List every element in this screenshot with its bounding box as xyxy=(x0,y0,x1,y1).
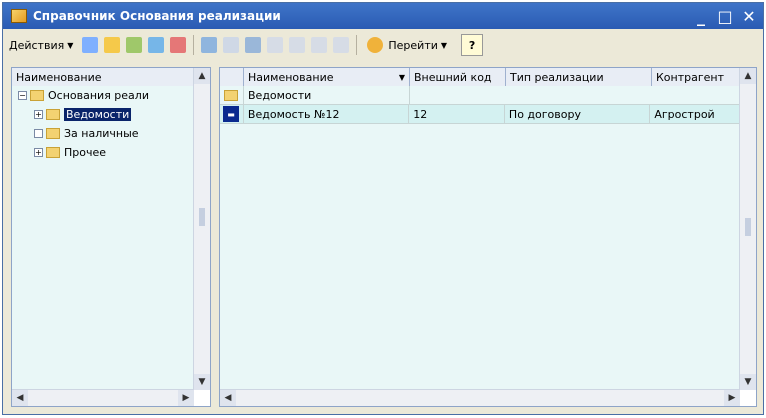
scroll-down-icon[interactable]: ▼ xyxy=(194,374,210,390)
help-button[interactable]: ? xyxy=(461,34,484,56)
list-pane: Наименование ▼ Внешний код Тип реализаци… xyxy=(219,67,757,407)
table-row[interactable]: ▬ Ведомость №12 12 По договору Агрострой xyxy=(220,105,740,124)
column-name[interactable]: Наименование ▼ xyxy=(244,68,410,86)
list-vertical-scrollbar[interactable]: ▲ ▼ xyxy=(739,68,756,390)
close-button[interactable]: ✕ xyxy=(739,6,759,26)
toolbar: Действия ▼ Перейти ▼ ? xyxy=(3,29,763,61)
column-external-code[interactable]: Внешний код xyxy=(410,68,506,86)
folder-icon xyxy=(46,109,60,120)
tree-column-header[interactable]: Наименование xyxy=(12,68,210,87)
sort-icon[interactable] xyxy=(245,37,262,53)
actions-menu[interactable]: Действия ▼ xyxy=(3,33,79,57)
tree-item-root[interactable]: − Основания реали xyxy=(12,86,194,105)
folder-icon xyxy=(30,90,44,101)
tree-item-cash[interactable]: За наличные xyxy=(12,124,194,143)
minimize-button[interactable]: _ xyxy=(691,6,711,26)
tree-item-label: Основания реали xyxy=(48,89,149,102)
grid-body: Ведомости ▬ Ведомость №12 12 По договору… xyxy=(220,86,740,390)
column-sale-type[interactable]: Тип реализации xyxy=(506,68,652,86)
row-icon-cell: ▬ xyxy=(220,105,244,123)
toolbar-divider xyxy=(193,35,195,55)
scroll-right-icon[interactable]: ▶ xyxy=(724,390,740,406)
tree-horizontal-scrollbar[interactable]: ◀ ▶ xyxy=(12,389,194,406)
scroll-up-icon[interactable]: ▲ xyxy=(194,68,210,84)
goto-label: Перейти xyxy=(388,38,438,52)
print-icon[interactable] xyxy=(333,37,350,53)
column-header-label: Наименование xyxy=(248,70,334,84)
group-row-name: Ведомости xyxy=(244,86,410,104)
maximize-button[interactable]: □ xyxy=(715,6,735,26)
expand-icon[interactable]: + xyxy=(34,148,43,157)
scroll-left-icon[interactable]: ◀ xyxy=(220,390,236,406)
folder-icon xyxy=(46,128,60,139)
add-group-icon[interactable] xyxy=(104,37,121,53)
scroll-left-icon[interactable]: ◀ xyxy=(12,390,28,406)
column-header-label: Тип реализации xyxy=(510,70,604,84)
window-title: Справочник Основания реализации xyxy=(33,9,281,23)
sort-asc-icon[interactable] xyxy=(267,37,284,53)
copy-icon[interactable] xyxy=(126,37,143,53)
item-icon: ▬ xyxy=(223,106,239,122)
group-row[interactable]: Ведомости xyxy=(220,86,740,105)
filter-icon[interactable] xyxy=(223,37,240,53)
column-counterparty[interactable]: Контрагент xyxy=(652,68,742,86)
tree-item-label: Ведомости xyxy=(64,108,132,121)
cell-sale-type: По договору xyxy=(505,105,651,123)
goto-icon xyxy=(367,37,384,53)
cell-counterparty: Агрострой xyxy=(654,107,715,121)
actions-label: Действия xyxy=(9,38,65,52)
group-row-icon-cell xyxy=(220,86,244,104)
sort-indicator-icon: ▼ xyxy=(398,72,405,82)
tree-pane: Наименование − Основания реали + Ведомос… xyxy=(11,67,211,407)
scroll-right-icon[interactable]: ▶ xyxy=(178,390,194,406)
scroll-up-icon[interactable]: ▲ xyxy=(740,68,756,84)
tree-item-other[interactable]: + Прочее xyxy=(12,143,194,162)
catalog-icon xyxy=(11,9,27,23)
dropdown-arrow-icon: ▼ xyxy=(67,40,74,50)
tree-header-label: Наименование xyxy=(16,70,102,84)
tree-item-vedomosti[interactable]: + Ведомости xyxy=(12,105,194,124)
empty-node-icon xyxy=(34,129,43,138)
list-icon[interactable] xyxy=(311,37,328,53)
scroll-down-icon[interactable]: ▼ xyxy=(740,374,756,390)
scroll-grip[interactable] xyxy=(199,208,205,226)
tree-item-label: За наличные xyxy=(64,127,139,140)
title-bar[interactable]: Справочник Основания реализации _ □ ✕ xyxy=(3,3,763,29)
column-header-label: Контрагент xyxy=(656,70,725,84)
folder-icon xyxy=(46,147,60,158)
tree-item-label: Прочее xyxy=(64,146,107,159)
add-icon[interactable] xyxy=(82,37,99,53)
tree-list: − Основания реали + Ведомости За наличны… xyxy=(12,86,194,390)
cell-external-code: 12 xyxy=(409,105,505,123)
column-header-label: Внешний код xyxy=(414,70,492,84)
reference-window: Справочник Основания реализации _ □ ✕ Де… xyxy=(2,2,764,415)
scroll-grip[interactable] xyxy=(745,218,751,236)
grid-header: Наименование ▼ Внешний код Тип реализаци… xyxy=(220,68,756,87)
delete-icon[interactable] xyxy=(170,37,187,53)
sort-desc-icon[interactable] xyxy=(289,37,306,53)
hierarchy-icon[interactable] xyxy=(201,37,218,53)
toolbar-divider xyxy=(356,35,358,55)
list-horizontal-scrollbar[interactable]: ◀ ▶ xyxy=(220,389,740,406)
expand-icon[interactable]: + xyxy=(34,110,43,119)
dropdown-arrow-icon: ▼ xyxy=(440,40,448,50)
collapse-icon[interactable]: − xyxy=(18,91,27,100)
icon-column-header xyxy=(220,68,244,86)
folder-icon xyxy=(224,89,238,101)
cell-name: Ведомость №12 xyxy=(244,105,410,123)
edit-icon[interactable] xyxy=(148,37,165,53)
tree-vertical-scrollbar[interactable]: ▲ ▼ xyxy=(193,68,210,390)
goto-menu[interactable]: Перейти ▼ xyxy=(361,33,453,57)
